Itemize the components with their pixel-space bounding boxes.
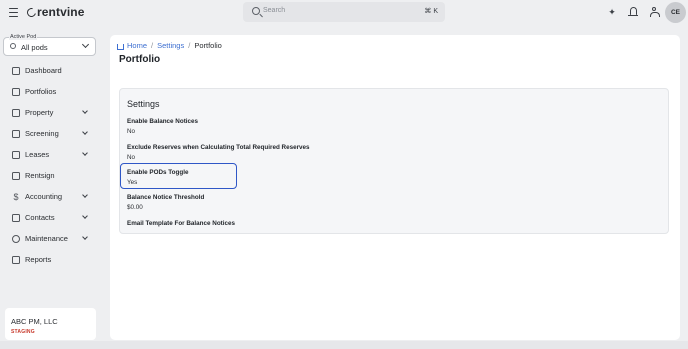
sidebar-item-reports[interactable]: Reports [0, 249, 104, 270]
setting-exclude-reserves[interactable]: Exclude Reserves when Calculating Total … [127, 144, 310, 161]
sidebar-item-label: Maintenance [25, 234, 68, 243]
building-icon [12, 108, 20, 117]
main-panel: Home / Settings / Portfolio Portfolio Se… [110, 35, 680, 340]
sidebar-item-dashboard[interactable]: Dashboard [0, 60, 104, 81]
breadcrumb-separator: / [151, 41, 154, 50]
breadcrumb: Home / Settings / Portfolio [117, 41, 222, 50]
sidebar-item-label: Reports [25, 255, 52, 264]
breadcrumb-home[interactable]: Home [127, 41, 147, 50]
page-title: Portfolio [119, 54, 161, 65]
setting-enable-balance-notices[interactable]: Enable Balance Notices No [127, 118, 198, 135]
sidebar-item-portfolios[interactable]: Portfolios [0, 81, 104, 102]
breadcrumb-separator: / [188, 41, 191, 50]
bottom-strip [0, 341, 688, 349]
organization-name: ABC PM, LLC [11, 317, 58, 326]
setting-enable-pods-toggle[interactable]: Enable PODs Toggle Yes [127, 169, 188, 186]
chevron-down-icon [82, 192, 88, 198]
sidebar-item-label: Dashboard [25, 66, 62, 75]
setting-label: Exclude Reserves when Calculating Total … [127, 144, 310, 151]
search-shortcut: ⌘ K [424, 8, 438, 15]
chevron-down-icon [82, 108, 88, 114]
setting-value: Yes [127, 179, 138, 186]
search-input[interactable]: Search ⌘ K [243, 2, 445, 22]
sidebar-item-label: Portfolios [25, 87, 57, 96]
chevron-down-icon [82, 213, 88, 219]
signature-icon [12, 171, 20, 180]
bell-icon[interactable] [628, 7, 638, 17]
brand-name: rentvine [37, 5, 85, 19]
setting-value: $0.00 [127, 204, 143, 211]
menu-icon[interactable] [9, 8, 18, 17]
setting-balance-notice-threshold[interactable]: Balance Notice Threshold $0.00 [127, 194, 204, 211]
avatar[interactable]: CE [665, 2, 686, 23]
screening-icon [12, 129, 20, 138]
setting-label: Enable Balance Notices [127, 118, 199, 125]
sidebar: Active Pod All pods Dashboard Portfolios… [0, 26, 104, 349]
organization-switcher[interactable]: ABC PM, LLC STAGING [5, 308, 96, 340]
sidebar-item-rentsign[interactable]: Rentsign [0, 165, 104, 186]
search-placeholder: Search [263, 7, 286, 14]
sidebar-item-screening[interactable]: Screening [0, 123, 104, 144]
environment-badge: STAGING [11, 329, 35, 335]
sparkle-icon[interactable]: ✦ [607, 7, 617, 17]
sidebar-item-label: Leases [25, 150, 50, 159]
setting-label: Email Template For Balance Notices [127, 220, 236, 227]
setting-label: Enable PODs Toggle [127, 169, 189, 176]
setting-label: Balance Notice Threshold [127, 194, 205, 201]
sidebar-item-leases[interactable]: Leases [0, 144, 104, 165]
sidebar-item-label: Contacts [25, 213, 55, 222]
dollar-icon: $ [13, 191, 19, 202]
home-icon[interactable] [117, 43, 124, 50]
chevron-down-icon [81, 40, 90, 49]
settings-title: Settings [127, 99, 160, 109]
sidebar-nav: Dashboard Portfolios Property Screening … [0, 60, 104, 270]
dashboard-icon [12, 66, 20, 75]
setting-email-template[interactable]: Email Template For Balance Notices [127, 220, 235, 227]
chart-icon [12, 255, 20, 264]
sidebar-item-label: Screening [25, 129, 59, 138]
breadcrumb-settings[interactable]: Settings [157, 41, 184, 50]
settings-card: Settings Enable Balance Notices No Exclu… [119, 88, 669, 234]
brand-logo[interactable]: rentvine [25, 5, 85, 19]
user-icon[interactable] [649, 7, 660, 17]
active-pod-label: Active Pod [9, 34, 38, 40]
active-pod-value: All pods [21, 43, 48, 52]
sidebar-item-property[interactable]: Property [0, 102, 104, 123]
sidebar-item-maintenance[interactable]: Maintenance [0, 228, 104, 249]
wrench-icon [12, 234, 20, 243]
setting-value: No [127, 128, 136, 135]
logo-mark-icon [25, 5, 38, 19]
chevron-down-icon [82, 234, 88, 240]
sidebar-item-accounting[interactable]: $ Accounting [0, 186, 104, 207]
top-bar: rentvine Search ⌘ K ✦ CE [0, 0, 688, 26]
folder-icon [12, 87, 20, 96]
sidebar-item-label: Property [25, 108, 54, 117]
search-icon [252, 7, 260, 15]
sidebar-item-contacts[interactable]: Contacts [0, 207, 104, 228]
breadcrumb-current: Portfolio [194, 41, 222, 50]
sidebar-item-label: Rentsign [25, 171, 55, 180]
search-icon [10, 43, 16, 49]
calendar-icon [12, 150, 20, 159]
chevron-down-icon [82, 150, 88, 156]
chevron-down-icon [82, 129, 88, 135]
setting-value: No [127, 154, 136, 161]
sidebar-item-label: Accounting [25, 192, 63, 201]
contacts-icon [12, 213, 20, 222]
